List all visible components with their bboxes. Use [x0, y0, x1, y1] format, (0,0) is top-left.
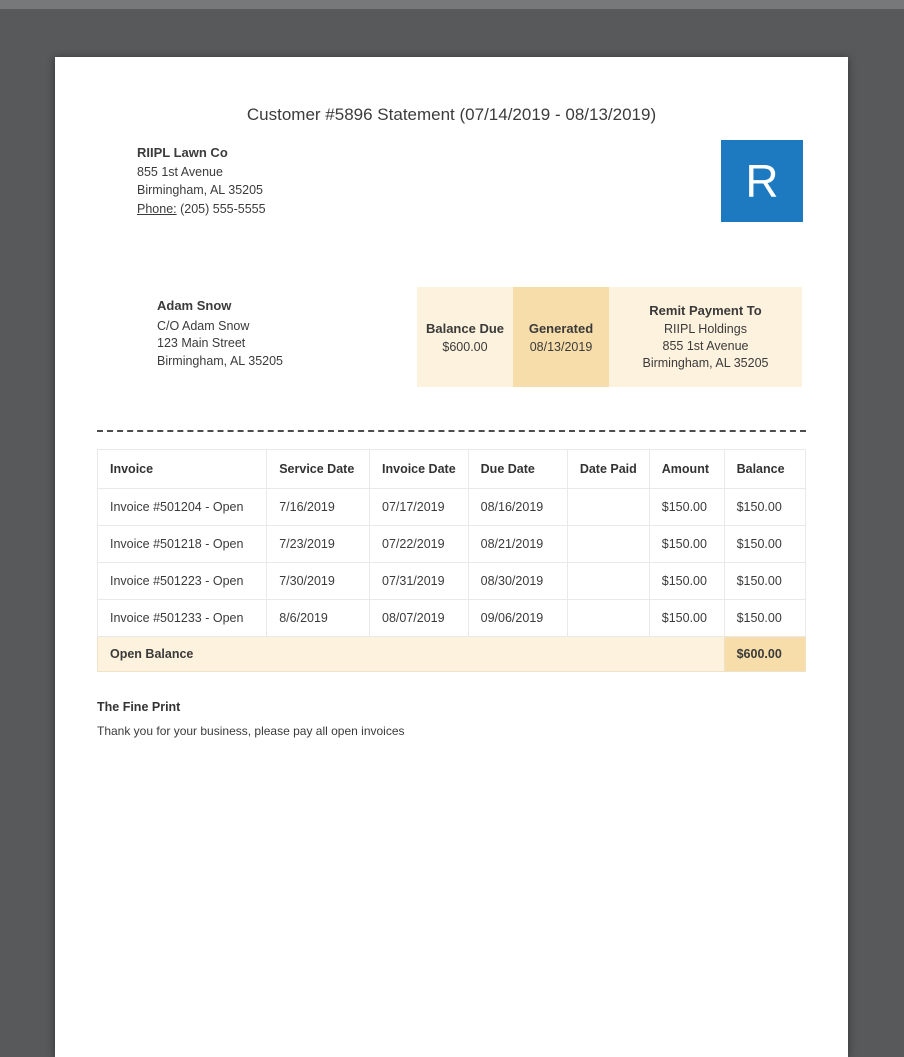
table-cell: 08/16/2019: [467, 488, 568, 526]
column-header: Due Date: [467, 449, 568, 489]
table-cell: [566, 488, 650, 526]
table-cell: 07/17/2019: [369, 488, 469, 526]
generated-box: Generated 08/13/2019: [513, 287, 609, 387]
remit-label: Remit Payment To: [649, 303, 762, 318]
column-header: Service Date: [266, 449, 371, 489]
table-cell: 07/22/2019: [369, 525, 469, 563]
balance-due-box: Balance Due $600.00: [417, 287, 513, 387]
table-row: Invoice #501204 - Open 7/16/2019 07/17/201…: [96, 488, 807, 526]
statement-title: Customer #5896 Statement (07/14/2019 - 0…: [246, 105, 657, 124]
table-cell: 08/30/2019: [467, 562, 568, 600]
table-cell: Invoice #501223 - Open: [96, 562, 268, 600]
phone-number: (205) 555-5555: [180, 201, 266, 216]
table-header-row: Invoice Service Date Invoice Date Due Date D…: [96, 449, 807, 489]
viewer-top-strip: [0, 0, 904, 9]
fine-print-text: Thank you for your business, please pay …: [97, 724, 405, 738]
dashed-separator: [97, 430, 806, 432]
fine-print-heading: The Fine Print: [97, 700, 181, 714]
column-header: Date Paid: [566, 449, 650, 489]
table-cell: [566, 562, 650, 600]
open-balance-row: Open Balance $600.00: [97, 636, 807, 672]
table-cell: Invoice #501218 - Open: [96, 525, 268, 563]
table-cell: $150.00: [648, 525, 725, 563]
customer-line2: 123 Main Street: [157, 336, 246, 350]
table-cell: 08/07/2019: [369, 599, 469, 637]
open-balance-value: $600.00: [723, 636, 807, 672]
table-cell: $150.00: [648, 599, 725, 637]
table-cell: 7/23/2019: [266, 525, 371, 563]
generated-label: Generated: [528, 320, 594, 336]
balance-due-label: Balance Due: [425, 320, 505, 336]
table-cell: 08/21/2019: [467, 525, 568, 563]
table-cell: 09/06/2019: [467, 599, 568, 637]
summary-boxes: Balance Due $600.00 Generated 08/13/2019…: [417, 287, 802, 387]
customer-block: Adam Snow C/O Adam Snow 123 Main Street …: [157, 287, 283, 370]
phone-label: Phone:: [137, 201, 177, 216]
table-body: Invoice #501204 - Open 7/16/2019 07/17/201…: [96, 488, 807, 637]
table-cell: 7/16/2019: [266, 488, 371, 526]
customer-summary-row: Adam Snow C/O Adam Snow 123 Main Street …: [157, 287, 802, 387]
remit-line2: 855 1st Avenue: [662, 339, 749, 353]
customer-line3: Birmingham, AL 35205: [157, 353, 284, 368]
invoice-table: Invoice Service Date Invoice Date Due Date D…: [96, 449, 807, 672]
table-cell: [566, 599, 650, 637]
table-cell: 07/31/2019: [369, 562, 469, 600]
remit-payment-box: Remit Payment To RIIPL Holdings 855 1st …: [609, 287, 802, 387]
table-row: Invoice #501218 - Open 7/23/2019 07/22/201…: [96, 525, 807, 563]
remit-line1: RIIPL Holdings: [664, 322, 747, 336]
logo-letter: R: [745, 155, 779, 207]
table-row: Invoice #501233 - Open 8/6/2019 08/07/2019…: [96, 599, 807, 637]
table-cell: Invoice #501233 - Open: [96, 599, 268, 637]
table-row: Invoice #501223 - Open 7/30/2019 07/31/201…: [96, 562, 807, 600]
table-cell: $150.00: [648, 488, 725, 526]
remit-line3: Birmingham, AL 35205: [642, 356, 769, 370]
column-header: Balance: [723, 449, 807, 489]
table-cell: 7/30/2019: [266, 562, 371, 600]
statement-page: Customer #5896 Statement (07/14/2019 - 0…: [55, 57, 848, 1057]
table-cell: 8/6/2019: [266, 599, 371, 637]
table-cell: [566, 525, 650, 563]
generated-value: 08/13/2019: [529, 339, 593, 354]
customer-name: Adam Snow: [157, 298, 232, 313]
table-cell: $150.00: [723, 525, 807, 563]
table-cell: Invoice #501204 - Open: [96, 488, 268, 526]
column-header: Amount: [648, 449, 725, 489]
table-cell: $150.00: [723, 599, 807, 637]
balance-due-value: $600.00: [442, 339, 488, 354]
customer-line1: C/O Adam Snow: [157, 318, 250, 333]
open-balance-label: Open Balance: [97, 636, 725, 672]
table-cell: $150.00: [648, 562, 725, 600]
column-header: Invoice Date: [369, 449, 469, 489]
column-header: Invoice: [96, 449, 268, 489]
table-cell: $150.00: [723, 488, 807, 526]
table-cell: $150.00: [723, 562, 807, 600]
company-logo: R: [721, 140, 803, 222]
